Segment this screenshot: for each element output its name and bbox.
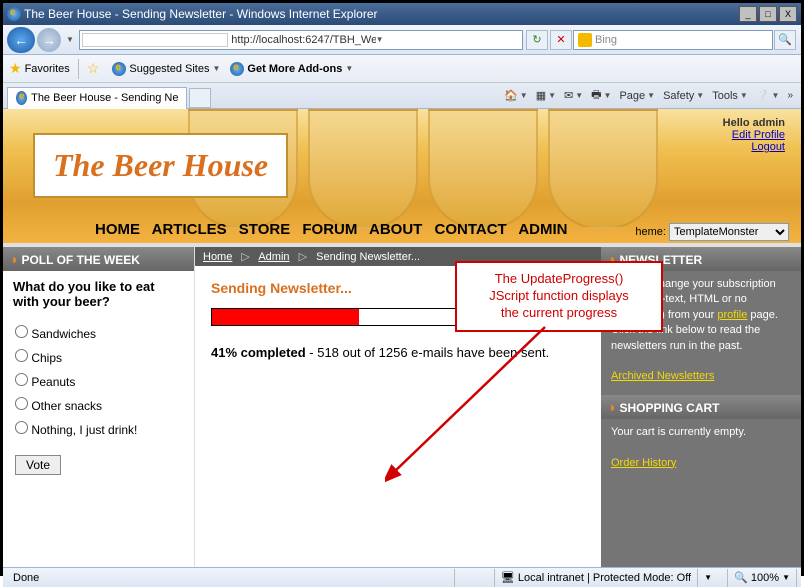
maximize-button[interactable]: □: [759, 6, 777, 22]
poll-option[interactable]: Peanuts: [15, 373, 182, 389]
safety-menu[interactable]: Safety▼: [663, 90, 704, 102]
nav-store[interactable]: STORE: [239, 221, 290, 238]
poll-question: What do you like to eat with your beer?: [3, 271, 194, 313]
window-titlebar: The Beer House - Sending Newsletter - Wi…: [3, 3, 801, 25]
get-addons-link[interactable]: Get More Add-ons▼: [230, 62, 353, 76]
tab-title: The Beer House - Sending Newsletter: [31, 92, 178, 104]
refresh-button[interactable]: ↻: [526, 30, 548, 50]
history-dropdown-icon[interactable]: ▼: [66, 35, 74, 44]
bc-admin[interactable]: Admin: [258, 251, 289, 263]
search-button[interactable]: 🔍: [774, 30, 796, 50]
page-content: The Beer House Hello admin Edit Profile …: [3, 109, 801, 567]
new-tab-button[interactable]: [189, 88, 211, 108]
poll-option[interactable]: Other snacks: [15, 397, 182, 413]
order-history-link[interactable]: Order History: [611, 457, 676, 469]
nav-admin[interactable]: ADMIN: [518, 221, 567, 238]
logout-link[interactable]: Logout: [723, 141, 785, 153]
nav-contact[interactable]: CONTACT: [435, 221, 507, 238]
ie-icon: [7, 7, 21, 21]
favorites-bar: ★ Favorites ☆ Suggested Sites▼ Get More …: [3, 55, 801, 83]
progress-text: 41% completed - 518 out of 1256 e-mails …: [211, 344, 585, 362]
suggested-sites-link[interactable]: Suggested Sites▼: [112, 62, 220, 76]
home-button[interactable]: 🏠▼: [504, 89, 528, 102]
bing-icon: [578, 33, 592, 47]
cart-header: ◑SHOPPING CART: [601, 395, 801, 419]
bc-separator-icon: ▷: [299, 251, 307, 263]
address-dropdown-icon[interactable]: ▼: [376, 35, 520, 44]
search-box[interactable]: Bing: [573, 30, 773, 50]
tools-menu[interactable]: Tools▼: [712, 90, 748, 102]
page-icon: [82, 33, 228, 47]
main-nav: HOME ARTICLES STORE FORUM ABOUT CONTACT …: [95, 221, 576, 243]
mail-button[interactable]: ✉▼: [564, 89, 583, 102]
vote-button[interactable]: Vote: [15, 455, 61, 475]
progress-fill: [212, 309, 359, 325]
site-banner: The Beer House Hello admin Edit Profile …: [3, 109, 801, 247]
nav-home[interactable]: HOME: [95, 221, 140, 238]
nav-articles[interactable]: ARTICLES: [152, 221, 227, 238]
nav-about[interactable]: ABOUT: [369, 221, 422, 238]
bc-current: Sending Newsletter...: [316, 251, 420, 263]
nav-forum[interactable]: FORUM: [302, 221, 357, 238]
close-button[interactable]: X: [779, 6, 797, 22]
poll-option[interactable]: Sandwiches: [15, 325, 182, 341]
poll-option[interactable]: Nothing, I just drink!: [15, 421, 182, 437]
tab-bar: The Beer House - Sending Newsletter 🏠▼ ▦…: [3, 83, 801, 109]
protected-mode-toggle[interactable]: ▼: [698, 569, 728, 587]
favorites-star-icon[interactable]: ★: [9, 60, 22, 77]
forward-button[interactable]: →: [37, 28, 61, 52]
site-logo: The Beer House: [33, 133, 288, 198]
bc-separator-icon: ▷: [241, 251, 249, 263]
poll-header: ◑POLL OF THE WEEK: [3, 247, 194, 271]
security-zone: 🖥 Local intranet | Protected Mode: Off: [495, 569, 698, 587]
browser-tab[interactable]: The Beer House - Sending Newsletter: [7, 87, 187, 109]
stop-button[interactable]: ✕: [550, 30, 572, 50]
favorites-label[interactable]: Favorites: [25, 63, 70, 75]
window-title: The Beer House - Sending Newsletter - Wi…: [24, 7, 378, 21]
fav-hub-button[interactable]: ☆: [87, 60, 103, 77]
left-sidebar: ◑POLL OF THE WEEK What do you like to ea…: [3, 247, 195, 567]
page-menu[interactable]: Page▼: [619, 90, 655, 102]
archived-newsletters-link[interactable]: Archived Newsletters: [611, 370, 714, 382]
tab-favicon: [16, 91, 27, 105]
zone-icon: 🖥: [501, 571, 515, 584]
help-button[interactable]: ❔▼: [756, 89, 780, 102]
status-blank: [455, 569, 495, 587]
print-button[interactable]: 🖶▼: [591, 86, 611, 105]
url-text: http://localhost:6247/TBH_Web/Admin/Send…: [231, 34, 375, 46]
user-box: Hello admin Edit Profile Logout: [723, 117, 785, 153]
bc-home[interactable]: Home: [203, 251, 232, 263]
poll-option[interactable]: Chips: [15, 349, 182, 365]
command-bar: 🏠▼ ▦▼ ✉▼ 🖶▼ Page▼ Safety▼ Tools▼ ❔▼ »: [211, 86, 797, 105]
zoom-level[interactable]: 🔍 100% ▼: [728, 569, 797, 587]
address-bar[interactable]: http://localhost:6247/TBH_Web/Admin/Send…: [79, 30, 523, 50]
theme-select[interactable]: TemplateMonster: [669, 223, 789, 241]
search-provider: Bing: [595, 34, 617, 46]
profile-link[interactable]: profile: [717, 309, 747, 321]
back-button[interactable]: ←: [7, 27, 35, 53]
status-bar: Done 🖥 Local intranet | Protected Mode: …: [3, 567, 801, 587]
annotation-callout: The UpdateProgress() JScript function di…: [455, 261, 663, 332]
cart-section: Your cart is currently empty. Order Hist…: [601, 419, 801, 481]
minimize-button[interactable]: _: [739, 6, 757, 22]
expand-chevron-icon[interactable]: »: [787, 90, 793, 101]
edit-profile-link[interactable]: Edit Profile: [723, 129, 785, 141]
feeds-button[interactable]: ▦▼: [536, 89, 556, 102]
nav-toolbar: ← → ▼ http://localhost:6247/TBH_Web/Admi…: [3, 25, 801, 55]
hello-user: Hello admin: [723, 117, 785, 129]
theme-picker: heme: TemplateMonster: [635, 223, 789, 241]
status-text: Done: [7, 569, 455, 587]
